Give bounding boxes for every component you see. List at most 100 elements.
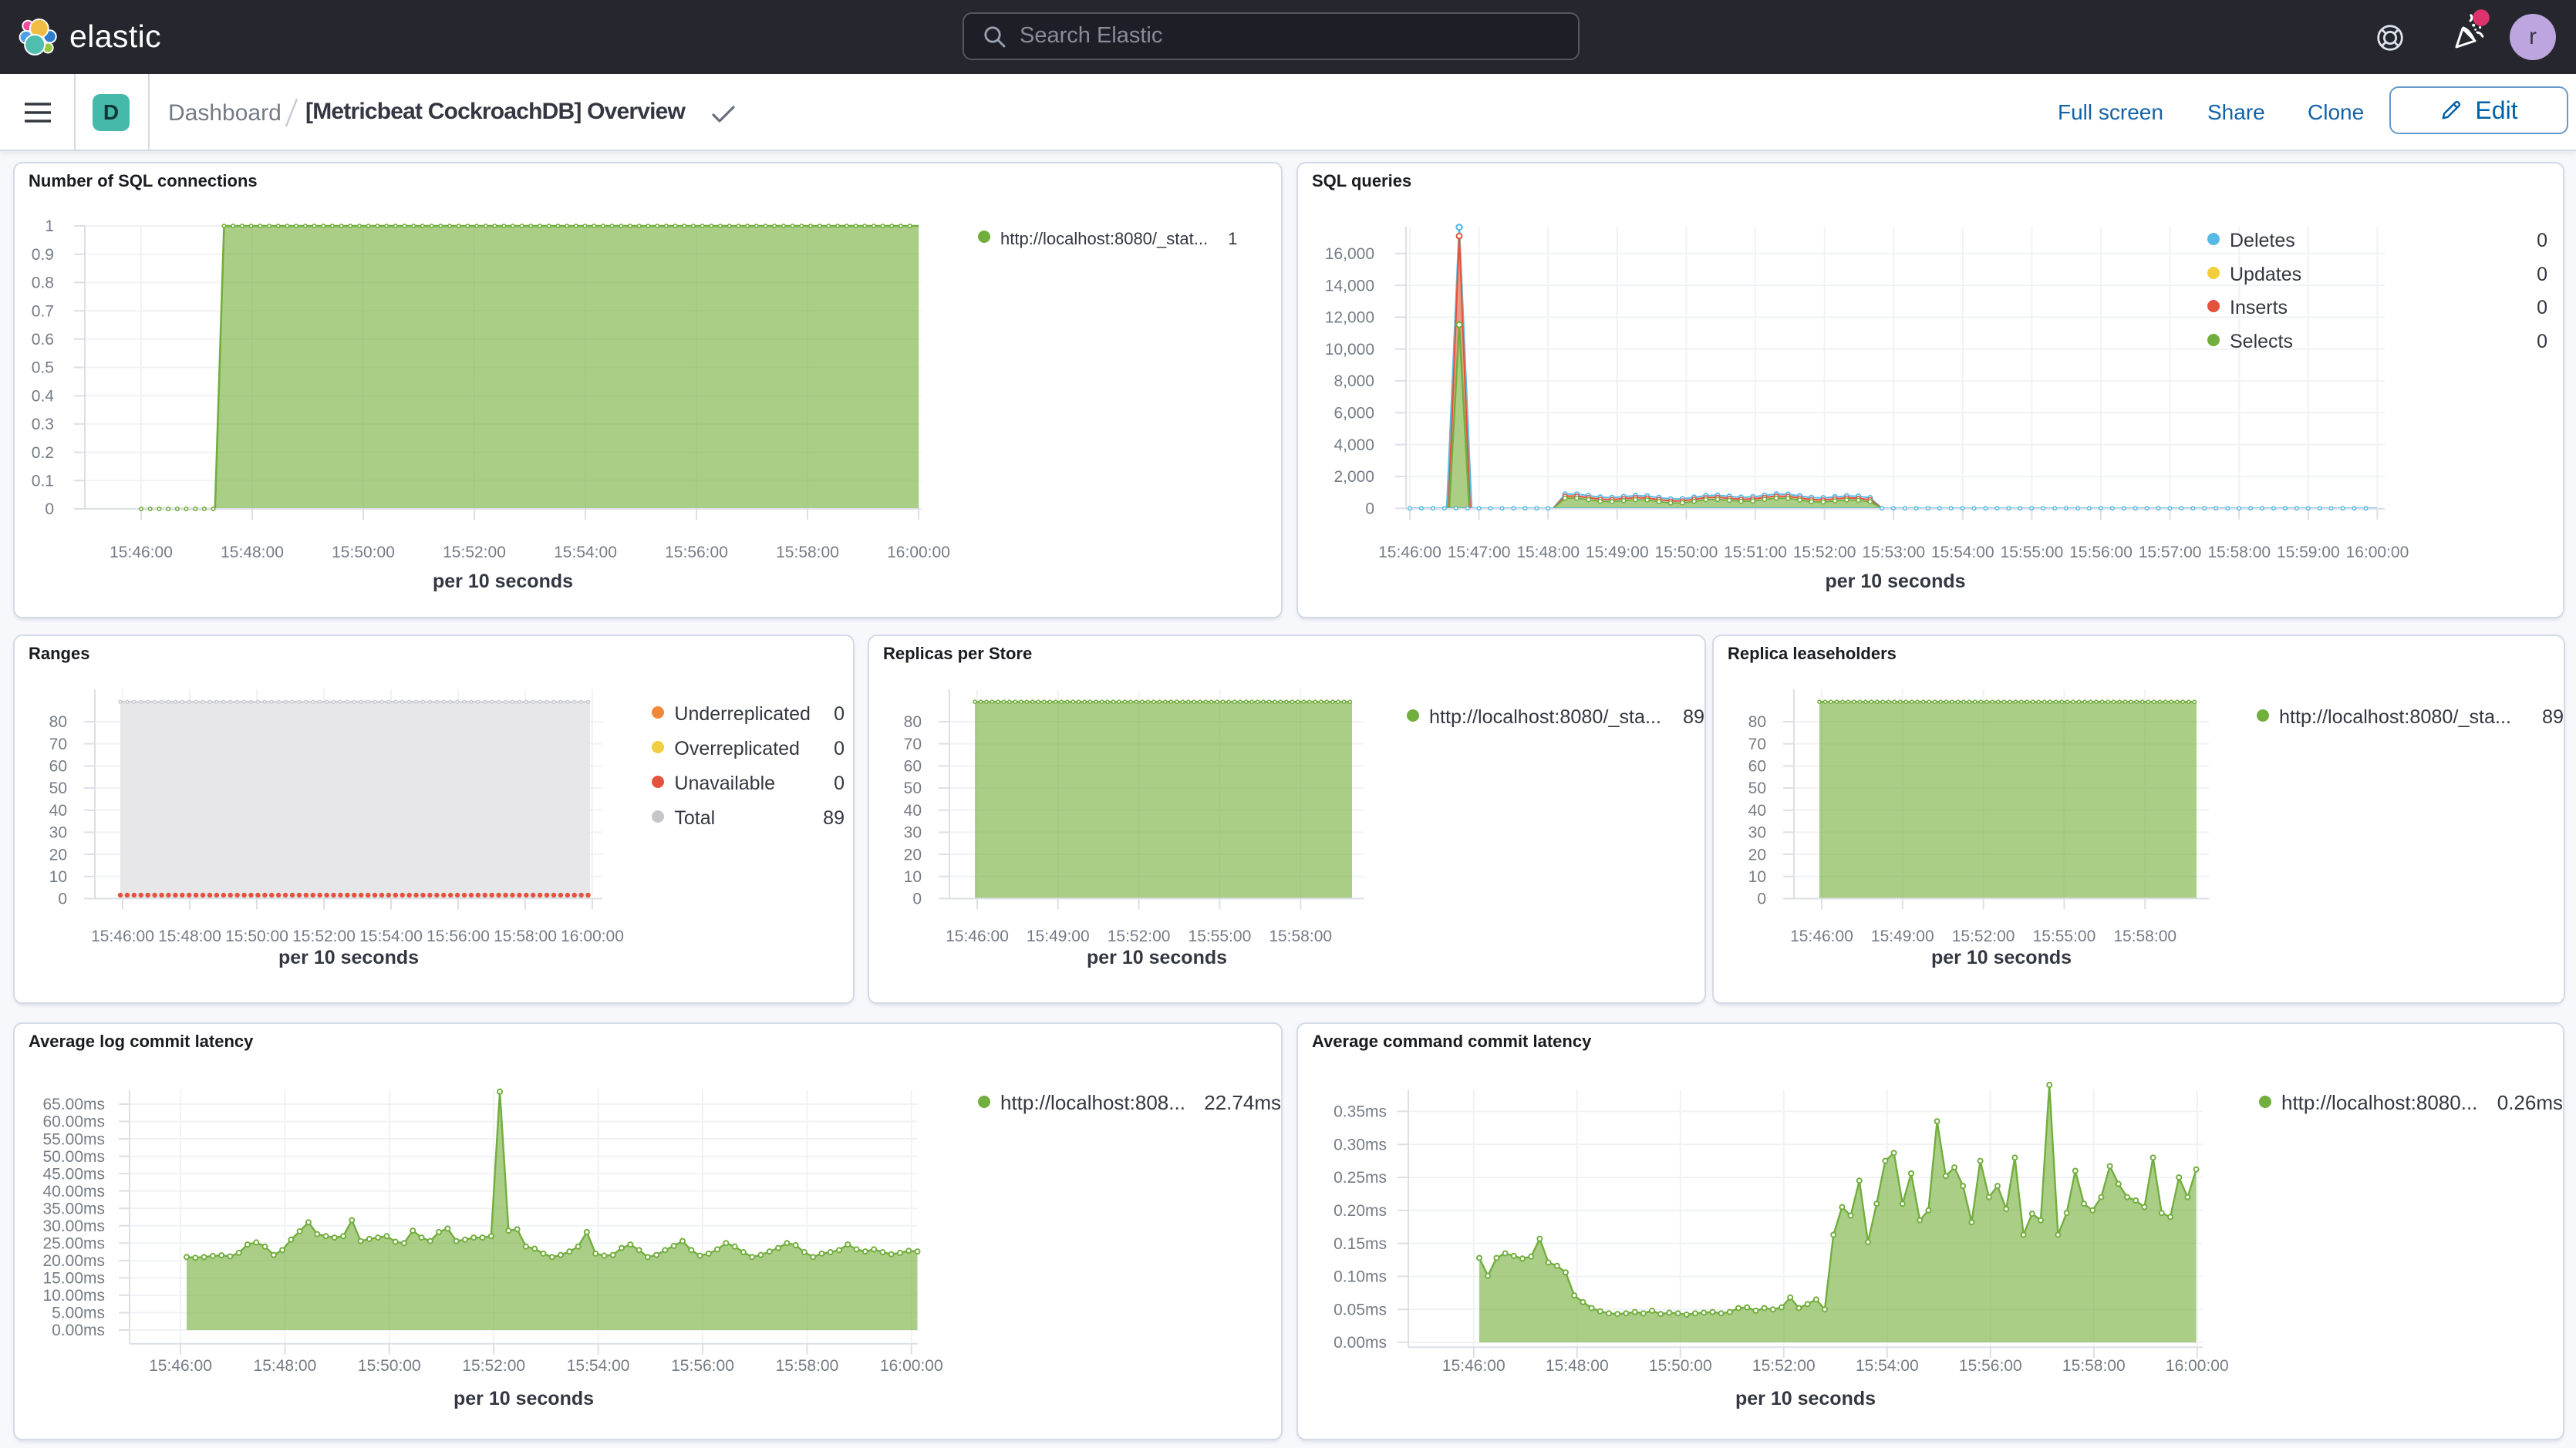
svg-text:15:48:00: 15:48:00 xyxy=(221,544,284,561)
svg-text:15:52:00: 15:52:00 xyxy=(1108,928,1171,945)
svg-text:15:55:00: 15:55:00 xyxy=(1189,928,1252,945)
svg-text:15:46:00: 15:46:00 xyxy=(1442,1357,1505,1375)
svg-text:15:50:00: 15:50:00 xyxy=(332,544,395,561)
svg-text:15:54:00: 15:54:00 xyxy=(1856,1357,1919,1375)
svg-text:16:00:00: 16:00:00 xyxy=(2166,1357,2229,1375)
svg-text:15:50:00: 15:50:00 xyxy=(1655,544,1718,561)
svg-text:15:51:00: 15:51:00 xyxy=(1724,544,1787,561)
svg-text:15:58:00: 15:58:00 xyxy=(776,1357,839,1375)
svg-text:80: 80 xyxy=(1748,713,1766,731)
svg-text:50: 50 xyxy=(49,780,67,797)
svg-text:0.6: 0.6 xyxy=(32,331,54,349)
svg-text:50: 50 xyxy=(904,780,922,797)
svg-text:60: 60 xyxy=(1748,758,1766,776)
svg-text:15:54:00: 15:54:00 xyxy=(567,1357,630,1375)
svg-text:4,000: 4,000 xyxy=(1334,436,1374,454)
svg-text:40: 40 xyxy=(1748,802,1766,820)
svg-text:15:55:00: 15:55:00 xyxy=(2001,544,2064,561)
svg-text:0.35ms: 0.35ms xyxy=(1334,1103,1387,1121)
svg-text:15:52:00: 15:52:00 xyxy=(1752,1357,1816,1375)
svg-text:20: 20 xyxy=(49,846,67,864)
svg-text:70: 70 xyxy=(904,736,922,753)
svg-text:15:56:00: 15:56:00 xyxy=(2069,544,2133,561)
svg-text:15:52:00: 15:52:00 xyxy=(462,1357,525,1375)
svg-text:15:48:00: 15:48:00 xyxy=(1516,544,1580,561)
svg-text:35.00ms: 35.00ms xyxy=(42,1200,105,1217)
svg-text:10: 10 xyxy=(904,868,922,886)
svg-text:8,000: 8,000 xyxy=(1334,372,1374,390)
svg-text:15:49:00: 15:49:00 xyxy=(1586,544,1649,561)
svg-text:15:54:00: 15:54:00 xyxy=(1931,544,1994,561)
svg-text:15:55:00: 15:55:00 xyxy=(2033,928,2096,945)
svg-text:20: 20 xyxy=(1748,846,1766,864)
svg-text:15:49:00: 15:49:00 xyxy=(1871,928,1934,945)
svg-text:0.05ms: 0.05ms xyxy=(1334,1301,1387,1318)
svg-text:15:58:00: 15:58:00 xyxy=(494,928,557,945)
svg-text:10,000: 10,000 xyxy=(1325,341,1374,359)
svg-text:15:54:00: 15:54:00 xyxy=(359,928,423,945)
svg-text:30: 30 xyxy=(1748,824,1766,842)
svg-text:60: 60 xyxy=(49,758,67,776)
svg-text:15:52:00: 15:52:00 xyxy=(1952,928,2015,945)
svg-text:0.25ms: 0.25ms xyxy=(1334,1169,1387,1187)
svg-text:15:52:00: 15:52:00 xyxy=(292,928,356,945)
svg-text:10.00ms: 10.00ms xyxy=(42,1287,105,1305)
svg-text:0.5: 0.5 xyxy=(32,359,54,377)
svg-text:80: 80 xyxy=(49,713,67,731)
svg-text:40.00ms: 40.00ms xyxy=(42,1183,105,1200)
svg-text:12,000: 12,000 xyxy=(1325,309,1374,327)
svg-text:0.3: 0.3 xyxy=(32,416,54,433)
svg-text:0.00ms: 0.00ms xyxy=(52,1322,105,1339)
svg-text:0: 0 xyxy=(912,891,922,908)
svg-text:70: 70 xyxy=(1748,736,1766,753)
svg-text:80: 80 xyxy=(904,713,922,731)
svg-text:1: 1 xyxy=(45,217,54,235)
svg-text:15:56:00: 15:56:00 xyxy=(427,928,490,945)
svg-text:15:46:00: 15:46:00 xyxy=(1378,544,1441,561)
svg-text:60: 60 xyxy=(904,758,922,776)
svg-text:50.00ms: 50.00ms xyxy=(42,1148,105,1166)
svg-text:15:58:00: 15:58:00 xyxy=(2207,544,2271,561)
svg-text:0: 0 xyxy=(45,500,54,518)
svg-text:0: 0 xyxy=(1757,891,1766,908)
svg-text:2,000: 2,000 xyxy=(1334,468,1374,486)
svg-text:0.8: 0.8 xyxy=(32,274,54,292)
svg-text:0.20ms: 0.20ms xyxy=(1334,1202,1387,1220)
svg-text:0.9: 0.9 xyxy=(32,246,54,264)
svg-text:15:58:00: 15:58:00 xyxy=(776,544,839,561)
svg-text:15:46:00: 15:46:00 xyxy=(149,1357,212,1375)
svg-text:15:56:00: 15:56:00 xyxy=(671,1357,734,1375)
svg-text:15:48:00: 15:48:00 xyxy=(1546,1357,1609,1375)
svg-text:0.00ms: 0.00ms xyxy=(1334,1334,1387,1352)
svg-text:30: 30 xyxy=(904,824,922,842)
svg-text:0.4: 0.4 xyxy=(32,387,55,405)
svg-text:15:48:00: 15:48:00 xyxy=(254,1357,317,1375)
svg-text:5.00ms: 5.00ms xyxy=(52,1305,105,1322)
svg-text:55.00ms: 55.00ms xyxy=(42,1130,105,1148)
svg-text:60.00ms: 60.00ms xyxy=(42,1113,105,1131)
svg-text:14,000: 14,000 xyxy=(1325,277,1374,295)
svg-text:15:50:00: 15:50:00 xyxy=(1649,1357,1712,1375)
svg-text:15:46:00: 15:46:00 xyxy=(91,928,154,945)
svg-text:70: 70 xyxy=(49,736,67,753)
svg-text:0.10ms: 0.10ms xyxy=(1334,1268,1387,1286)
svg-text:45.00ms: 45.00ms xyxy=(42,1165,105,1183)
svg-text:15:58:00: 15:58:00 xyxy=(1269,928,1332,945)
svg-text:15:57:00: 15:57:00 xyxy=(2139,544,2202,561)
svg-text:0.7: 0.7 xyxy=(32,302,54,320)
svg-text:0: 0 xyxy=(58,891,67,908)
svg-text:per 10 seconds: per 10 seconds xyxy=(278,947,419,968)
svg-text:per 10 seconds: per 10 seconds xyxy=(1087,947,1227,968)
svg-text:per 10 seconds: per 10 seconds xyxy=(453,1388,594,1409)
svg-text:15:46:00: 15:46:00 xyxy=(1790,928,1853,945)
svg-text:15:56:00: 15:56:00 xyxy=(665,544,728,561)
svg-text:25.00ms: 25.00ms xyxy=(42,1235,105,1253)
svg-text:per 10 seconds: per 10 seconds xyxy=(1825,571,1965,592)
svg-text:15:48:00: 15:48:00 xyxy=(158,928,221,945)
svg-text:15:59:00: 15:59:00 xyxy=(2277,544,2340,561)
svg-text:10: 10 xyxy=(1748,868,1766,886)
svg-text:15:58:00: 15:58:00 xyxy=(2062,1357,2126,1375)
svg-text:16,000: 16,000 xyxy=(1325,245,1374,263)
svg-text:15:47:00: 15:47:00 xyxy=(1448,544,1511,561)
svg-text:0.2: 0.2 xyxy=(32,444,54,462)
